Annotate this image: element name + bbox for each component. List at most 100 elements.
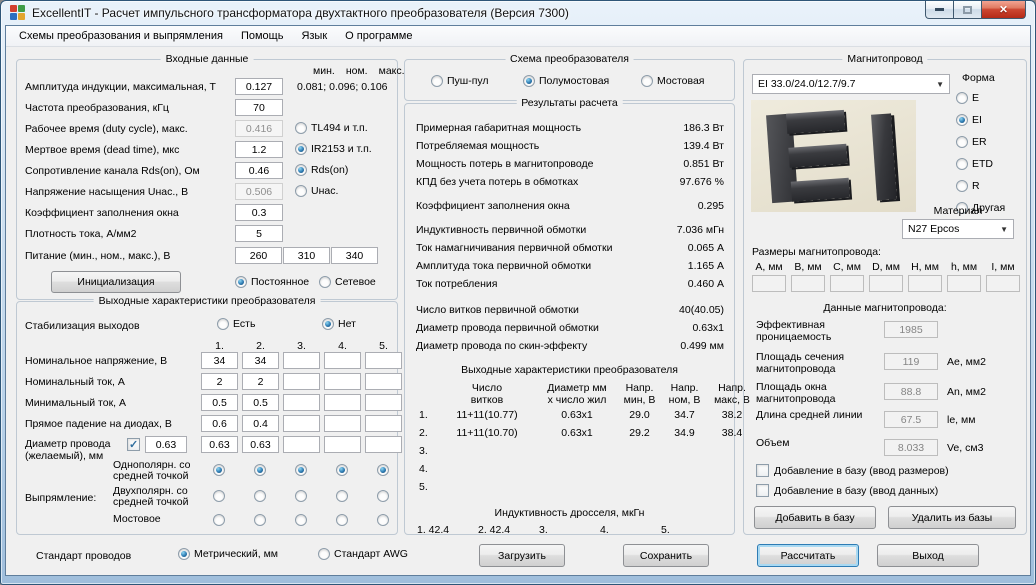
wire-diameter-checkbox[interactable] — [127, 438, 140, 451]
dc-supply-radio[interactable]: Постоянное — [235, 276, 309, 288]
tl494-radio[interactable]: TL494 и т.п. — [295, 122, 368, 134]
rect-bipolar-radio-2[interactable] — [254, 490, 266, 502]
min-current-5[interactable] — [365, 394, 402, 411]
menu-help[interactable]: Помощь — [232, 27, 293, 45]
metric-standard-radio[interactable]: Метрический, мм — [178, 548, 278, 560]
dim-h2-input[interactable] — [947, 275, 981, 292]
nominal-current-1[interactable] — [201, 373, 238, 390]
shape-er-radio[interactable]: ER — [956, 136, 987, 148]
wire-diameter-5[interactable] — [365, 436, 402, 453]
min-current-3[interactable] — [283, 394, 320, 411]
min-current-1[interactable] — [201, 394, 238, 411]
nominal-current-4[interactable] — [324, 373, 361, 390]
rect-bridge-radio-2[interactable] — [254, 514, 266, 526]
diode-drop-2[interactable] — [242, 415, 279, 432]
frequency-label: Частота преобразования, кГц — [25, 102, 169, 114]
core-select[interactable]: EI 33.0/24.0/12.7/9.7 ▼ — [752, 74, 950, 94]
rect-bipolar-radio-4[interactable] — [336, 490, 348, 502]
menu-language[interactable]: Язык — [292, 27, 336, 45]
ir2153-radio[interactable]: IR2153 и т.п. — [295, 143, 372, 155]
awg-standard-radio[interactable]: Стандарт AWG — [318, 548, 408, 560]
dim-d-input[interactable] — [869, 275, 903, 292]
rect-bridge-radio-5[interactable] — [377, 514, 389, 526]
menu-about[interactable]: О программе — [336, 27, 421, 45]
minmax-header: мин. ном. макс. — [313, 65, 405, 77]
ac-supply-radio[interactable]: Сетевое — [319, 276, 376, 288]
rect-bipolar-radio-1[interactable] — [213, 490, 225, 502]
save-button[interactable]: Сохранить — [623, 544, 709, 567]
min-current-2[interactable] — [242, 394, 279, 411]
rect-unipolar-radio-3[interactable] — [295, 464, 307, 476]
diode-drop-5[interactable] — [365, 415, 402, 432]
add-to-db-dimensions-checkbox[interactable]: Добавление в базу (ввод размеров) — [756, 464, 949, 477]
wire-diameter-1[interactable] — [201, 436, 238, 453]
wire-diameter-3[interactable] — [283, 436, 320, 453]
nominal-voltage-5[interactable] — [365, 352, 402, 369]
diode-drop-3[interactable] — [283, 415, 320, 432]
dim-i-input[interactable] — [986, 275, 1020, 292]
dim-c-input[interactable] — [830, 275, 864, 292]
min-current-4[interactable] — [324, 394, 361, 411]
add-to-db-button[interactable]: Добавить в базу — [754, 506, 876, 529]
rect-unipolar-radio-5[interactable] — [377, 464, 389, 476]
remove-from-db-button[interactable]: Удалить из базы — [888, 506, 1016, 529]
nominal-current-3[interactable] — [283, 373, 320, 390]
rect-unipolar-radio-1[interactable] — [213, 464, 225, 476]
rds-on-input[interactable] — [235, 162, 283, 179]
rect-bridge-radio-1[interactable] — [213, 514, 225, 526]
nominal-voltage-2[interactable] — [242, 352, 279, 369]
nominal-current-5[interactable] — [365, 373, 402, 390]
rect-bipolar-radio-5[interactable] — [377, 490, 389, 502]
rect-bridge-radio-4[interactable] — [336, 514, 348, 526]
rect-unipolar-radio-2[interactable] — [254, 464, 266, 476]
stabilization-no-radio[interactable]: Нет — [322, 318, 356, 330]
minimize-button[interactable] — [925, 1, 954, 19]
induction-input[interactable] — [235, 78, 283, 95]
menu-schemes[interactable]: Схемы преобразования и выпрямления — [10, 27, 232, 45]
load-button[interactable]: Загрузить — [479, 544, 565, 567]
converter-outputs-title: Выходные характеристики преобразователя — [93, 295, 321, 307]
push-pull-radio[interactable]: Пуш-пул — [431, 75, 489, 87]
frequency-input[interactable] — [235, 99, 283, 116]
add-to-db-data-checkbox[interactable]: Добавление в базу (ввод данных) — [756, 484, 938, 497]
supply-nom-input[interactable] — [283, 247, 330, 264]
radio-icon — [235, 276, 247, 288]
half-bridge-radio[interactable]: Полумостовая — [523, 75, 609, 87]
rect-unipolar-radio-4[interactable] — [336, 464, 348, 476]
shape-ei-radio[interactable]: EI — [956, 114, 982, 126]
nominal-voltage-1[interactable] — [201, 352, 238, 369]
maximize-button[interactable] — [954, 1, 981, 19]
diode-drop-1[interactable] — [201, 415, 238, 432]
nominal-voltage-4[interactable] — [324, 352, 361, 369]
wire-diameter-master-input[interactable] — [145, 436, 187, 453]
rds-on-radio[interactable]: Rds(on) — [295, 164, 348, 176]
close-button[interactable]: ✕ — [981, 1, 1026, 19]
supply-max-input[interactable] — [331, 247, 378, 264]
current-density-input[interactable] — [235, 225, 283, 242]
rect-bipolar-radio-3[interactable] — [295, 490, 307, 502]
menu-bar: Схемы преобразования и выпрямления Помощ… — [6, 26, 1030, 47]
exit-button[interactable]: Выход — [877, 544, 979, 567]
diode-drop-4[interactable] — [324, 415, 361, 432]
wire-diameter-2[interactable] — [242, 436, 279, 453]
material-select[interactable]: N27 Epcos ▼ — [902, 219, 1014, 239]
dim-b-input[interactable] — [791, 275, 825, 292]
supply-min-input[interactable] — [235, 247, 282, 264]
nominal-current-2[interactable] — [242, 373, 279, 390]
stabilization-yes-radio[interactable]: Есть — [217, 318, 255, 330]
bridge-radio[interactable]: Мостовая — [641, 75, 704, 87]
calculate-button[interactable]: Рассчитать — [757, 544, 859, 567]
shape-e-radio[interactable]: E — [956, 92, 979, 104]
output-table-row: 1. 11+11(10.77) 0.63x1 29.0 34.7 38.2 — [419, 409, 743, 421]
shape-r-radio[interactable]: R — [956, 180, 980, 192]
dead-time-input[interactable] — [235, 141, 283, 158]
dim-h-input[interactable] — [908, 275, 942, 292]
rect-bridge-radio-3[interactable] — [295, 514, 307, 526]
window-fill-input[interactable] — [235, 204, 283, 221]
dim-a-input[interactable] — [752, 275, 786, 292]
shape-etd-radio[interactable]: ETD — [956, 158, 993, 170]
wire-diameter-4[interactable] — [324, 436, 361, 453]
nominal-voltage-3[interactable] — [283, 352, 320, 369]
init-button[interactable]: Инициализация — [51, 271, 181, 293]
unas-radio[interactable]: Uнас. — [295, 185, 338, 197]
